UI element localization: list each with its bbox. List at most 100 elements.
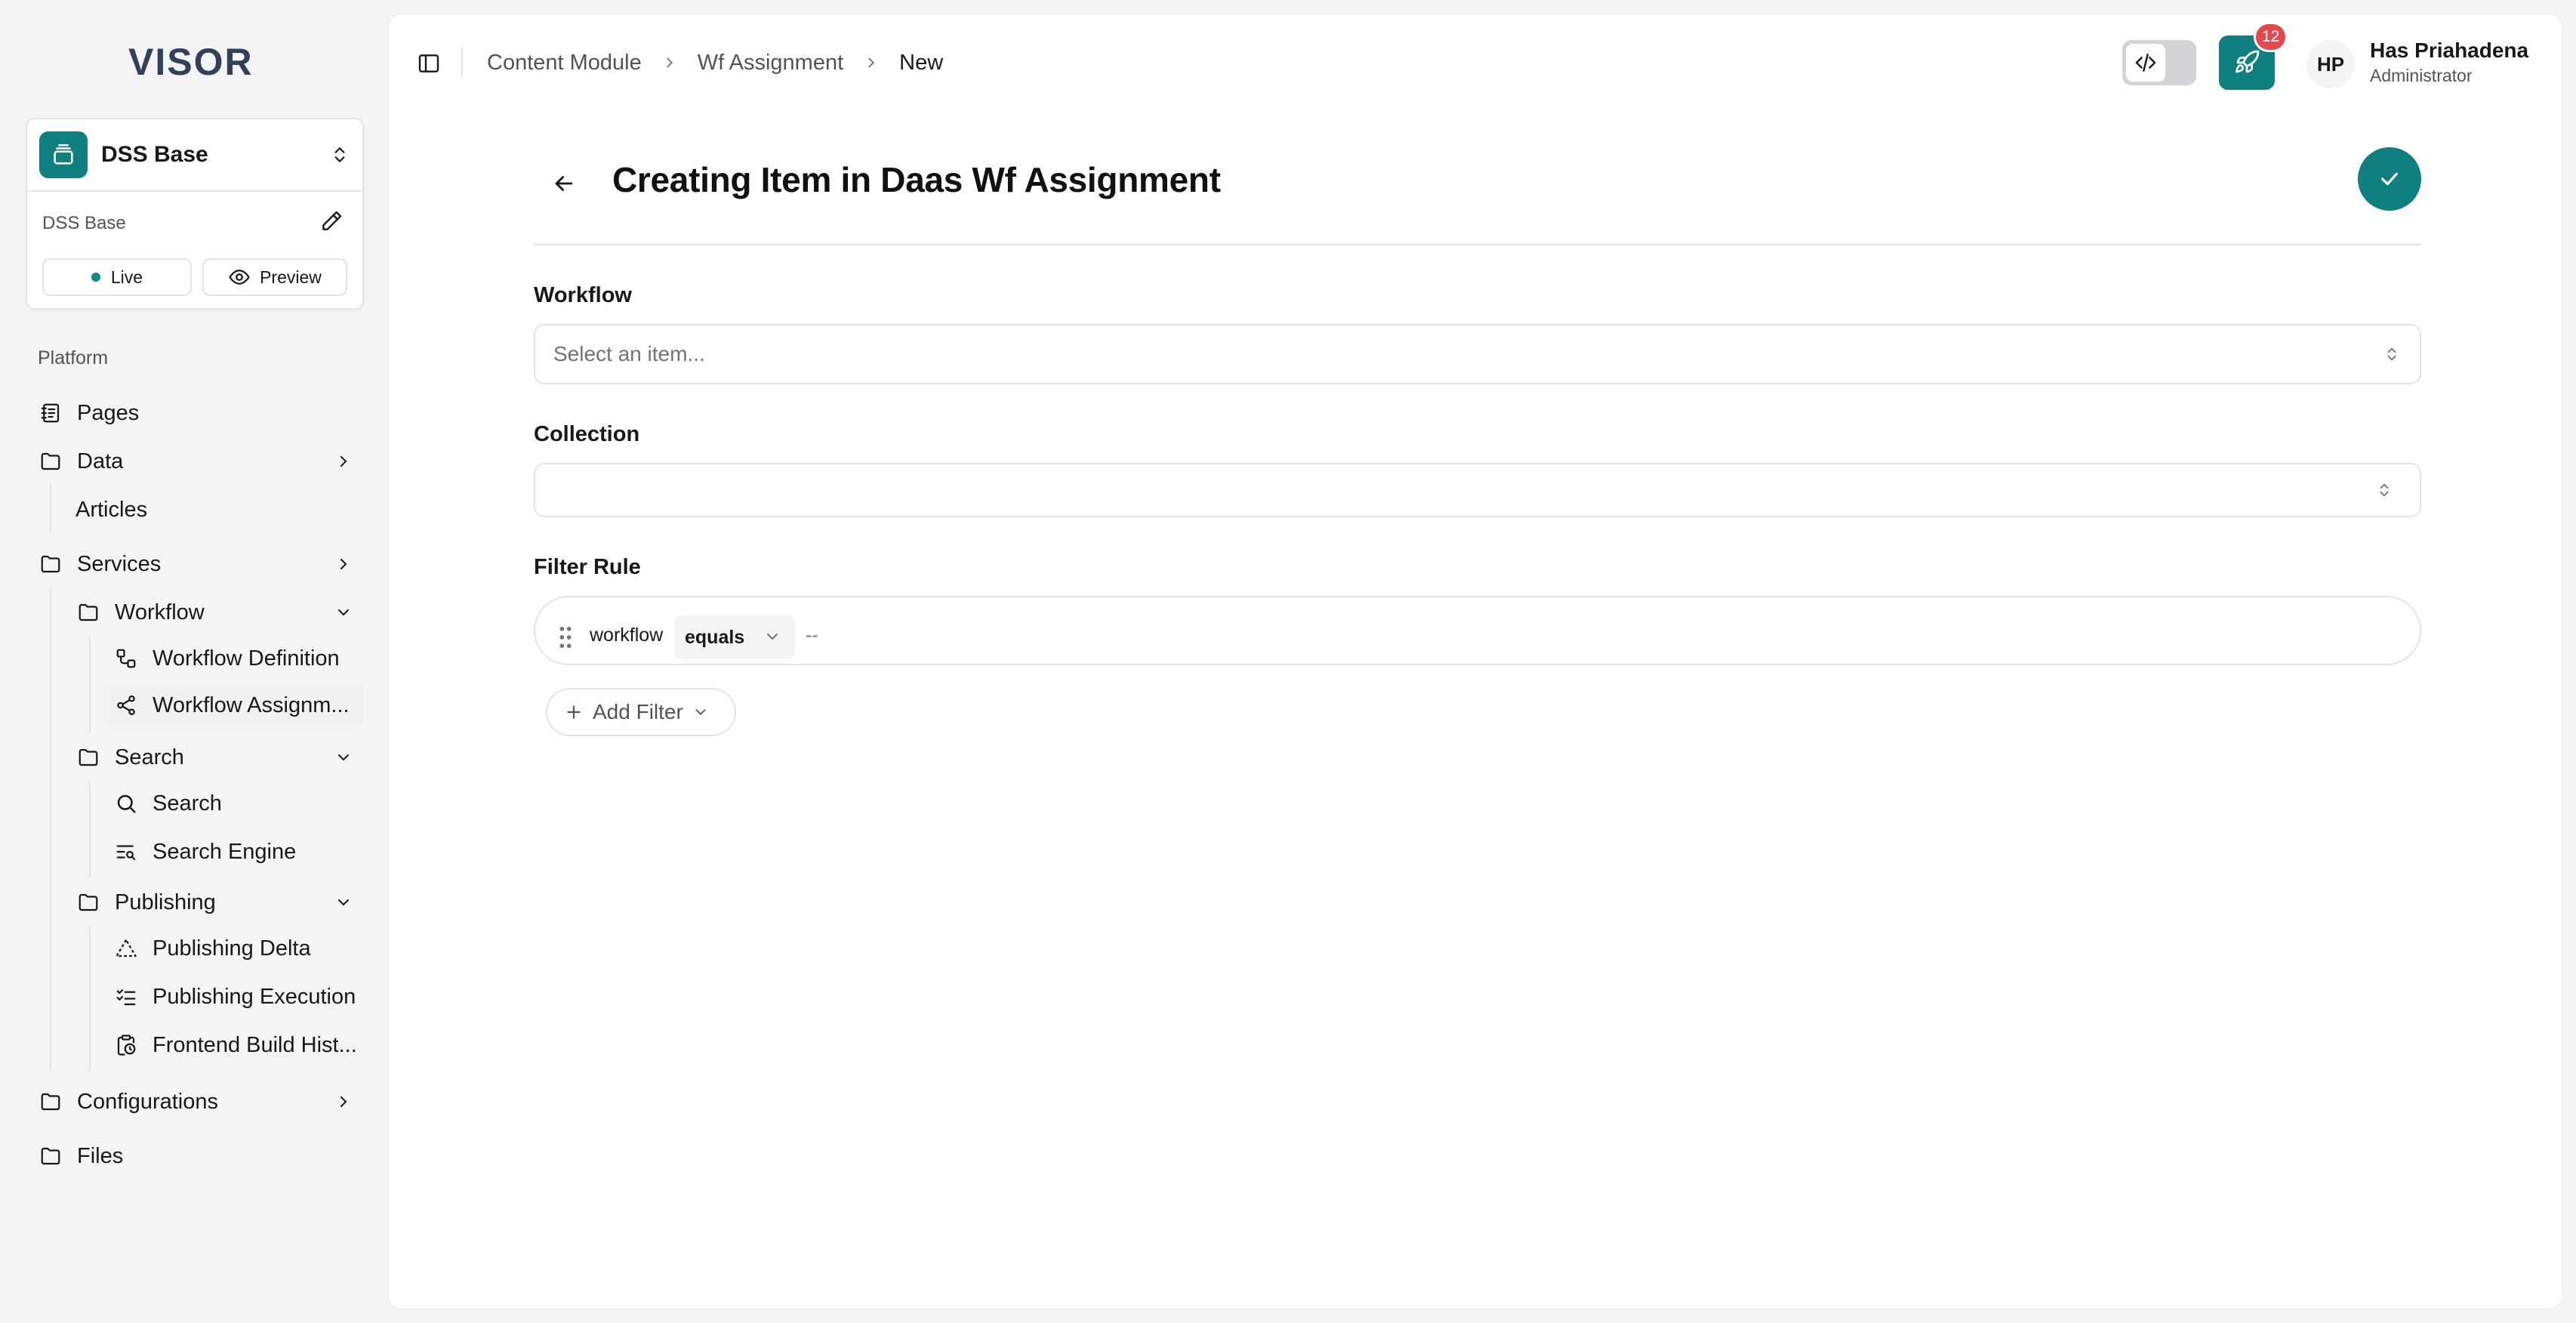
breadcrumb: Content Module Wf Assignment New xyxy=(487,48,943,78)
folder-icon xyxy=(38,551,63,577)
user-name[interactable]: Has Priahadena xyxy=(2370,39,2528,63)
filter-operator-select[interactable]: equals xyxy=(674,615,795,659)
project-subtitle: DSS Base xyxy=(42,213,126,233)
sidebar-item-workflow-assignment[interactable]: Workflow Assignm... xyxy=(104,684,364,726)
list-checks-icon xyxy=(113,984,139,1010)
notebook-icon xyxy=(38,400,63,426)
workflow-field-label: Workflow xyxy=(534,283,632,307)
chevron-right-icon xyxy=(332,1090,355,1113)
sidebar-item-frontend-build-history[interactable]: Frontend Build Hist... xyxy=(113,1027,362,1063)
breadcrumb-item-wf-assignment[interactable]: Wf Assignment xyxy=(698,51,843,76)
pencil-icon[interactable] xyxy=(317,207,346,236)
sidebar-item-label: Data xyxy=(77,449,124,473)
workflow-select-placeholder: Select an item... xyxy=(553,342,705,365)
sidebar-item-articles[interactable]: Articles xyxy=(75,492,362,527)
chevron-down-icon xyxy=(332,601,355,624)
header-divider xyxy=(461,48,463,78)
sidebar-item-search-folder[interactable]: Search xyxy=(75,739,362,776)
triangle-dashed-icon xyxy=(113,936,139,961)
collection-field-label: Collection xyxy=(534,422,640,446)
chevron-right-icon xyxy=(332,553,355,575)
nav-group-label: Platform xyxy=(38,347,109,369)
sidebar-item-label: Publishing Execution xyxy=(153,984,356,1009)
sidebar-item-label: Files xyxy=(77,1143,124,1168)
visor-logo[interactable]: VISOR xyxy=(128,41,254,83)
notification-badge: 12 xyxy=(2254,22,2288,52)
sidebar-item-publishing[interactable]: Publishing xyxy=(75,884,362,921)
project-switcher[interactable]: DSS Base xyxy=(27,119,362,192)
project-logo-icon xyxy=(39,131,88,178)
chevron-right-icon xyxy=(863,54,880,71)
drag-handle-icon[interactable] xyxy=(558,626,573,649)
tree-guide-line xyxy=(89,781,91,877)
folder-icon xyxy=(38,449,63,474)
folder-icon xyxy=(75,600,101,625)
sidebar-item-files[interactable]: Files xyxy=(38,1137,362,1175)
breadcrumb-item-content-module[interactable]: Content Module xyxy=(487,51,642,76)
project-card: DSS Base DSS Base Live Preview xyxy=(26,118,364,310)
preview-label: Preview xyxy=(260,267,322,287)
search-icon xyxy=(113,791,139,816)
back-arrow-icon[interactable] xyxy=(543,162,585,205)
logo-text: VISOR xyxy=(128,41,254,83)
save-button[interactable] xyxy=(2358,147,2421,211)
sidebar-item-label: Publishing Delta xyxy=(153,936,311,961)
chevrons-up-down-icon xyxy=(329,142,350,168)
title-divider xyxy=(534,244,2421,245)
workflow-select[interactable]: Select an item... xyxy=(534,324,2421,384)
sidebar-item-label: Search xyxy=(153,791,222,816)
sidebar-item-workflow-definition[interactable]: Workflow Definition xyxy=(113,640,362,677)
code-icon xyxy=(2126,44,2165,82)
sidebar-item-label: Services xyxy=(77,551,162,576)
tree-guide-line xyxy=(89,636,91,732)
filter-value-input[interactable]: -- xyxy=(806,624,818,646)
chevron-down-icon xyxy=(695,709,706,716)
sidebar-item-search[interactable]: Search xyxy=(113,785,362,822)
avatar[interactable]: HP xyxy=(2306,40,2355,88)
breadcrumb-item-current: New xyxy=(899,50,944,75)
sidebar-item-data[interactable]: Data xyxy=(38,443,362,480)
chevron-down-icon xyxy=(763,628,781,651)
share-nodes-icon xyxy=(113,692,139,718)
filter-rule-row: workflow equals -- xyxy=(534,596,2421,665)
rocket-icon xyxy=(2236,50,2260,73)
sidebar-item-label: Publishing xyxy=(115,890,216,914)
sidebar-item-label: Workflow Assignm... xyxy=(153,692,350,717)
sidebar-item-services[interactable]: Services xyxy=(38,545,362,583)
sidebar: VISOR DSS Base DSS Base Live Preview Pla… xyxy=(0,0,388,1323)
eye-icon xyxy=(229,270,250,285)
filter-operator-value: equals xyxy=(685,626,745,648)
sidebar-toggle-icon[interactable] xyxy=(414,49,443,78)
sidebar-item-label: Workflow Definition xyxy=(153,646,340,671)
sidebar-item-label: Frontend Build Hist... xyxy=(153,1032,357,1057)
preview-button[interactable]: Preview xyxy=(202,258,347,296)
folder-icon xyxy=(75,745,101,770)
sidebar-item-workflow[interactable]: Workflow xyxy=(75,594,362,631)
sidebar-item-publishing-execution[interactable]: Publishing Execution xyxy=(113,979,362,1015)
sidebar-item-configurations[interactable]: Configurations xyxy=(38,1083,362,1121)
sidebar-item-pages[interactable]: Pages xyxy=(38,394,362,432)
text-search-icon xyxy=(113,839,139,865)
workflow-icon xyxy=(113,646,139,671)
sidebar-item-publishing-delta[interactable]: Publishing Delta xyxy=(113,930,362,967)
filter-field-name[interactable]: workflow xyxy=(590,624,663,646)
chevrons-up-down-icon xyxy=(2383,344,2400,364)
code-view-toggle[interactable] xyxy=(2122,40,2196,85)
folder-icon xyxy=(38,1089,63,1115)
main-panel: Content Module Wf Assignment New 12 HP H… xyxy=(388,14,2562,1309)
chevron-right-icon xyxy=(661,54,678,71)
collection-select[interactable] xyxy=(534,463,2421,517)
sidebar-item-label: Search xyxy=(115,745,184,769)
sidebar-item-label: Pages xyxy=(77,400,140,425)
add-filter-button[interactable]: Add Filter xyxy=(546,688,736,736)
folder-icon xyxy=(75,890,101,915)
sidebar-item-label: Workflow xyxy=(115,600,205,624)
sidebar-item-search-engine[interactable]: Search Engine xyxy=(113,834,362,870)
chevron-down-icon xyxy=(332,891,355,914)
project-name: DSS Base xyxy=(101,142,208,167)
chevrons-up-down-icon xyxy=(2376,480,2393,500)
live-button[interactable]: Live xyxy=(42,258,192,296)
sidebar-item-label: Search Engine xyxy=(153,839,297,864)
chevron-right-icon xyxy=(332,450,355,473)
filter-rule-item: workflow equals -- xyxy=(541,603,2374,659)
